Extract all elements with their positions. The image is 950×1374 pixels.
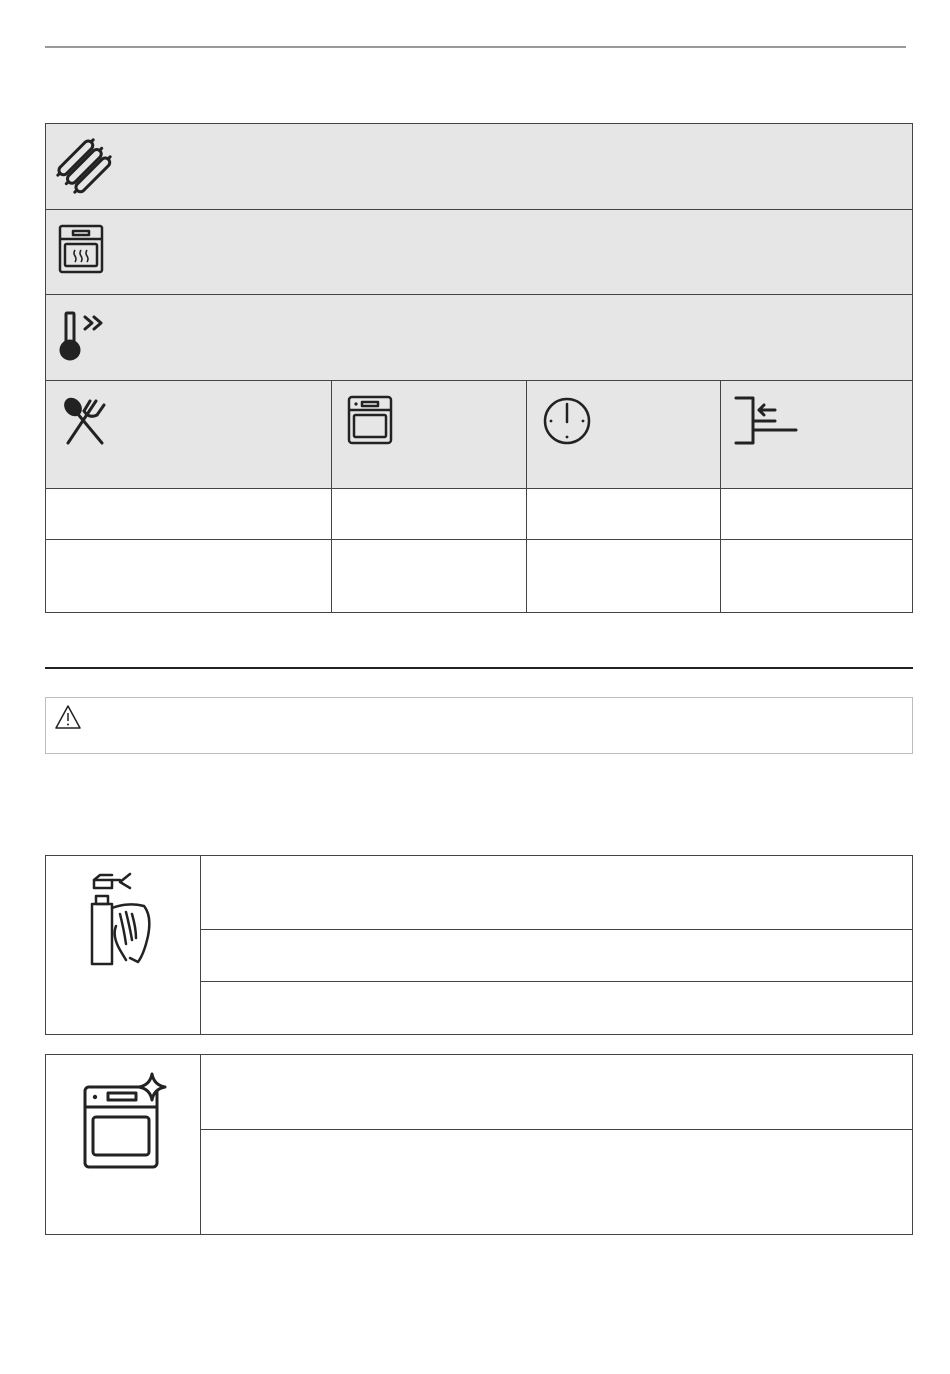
header-cell-oven [332, 381, 527, 489]
section-rule [45, 667, 913, 669]
header-row-fast-heat [46, 295, 912, 381]
oven-icon [347, 395, 395, 447]
table-cell [332, 540, 527, 612]
table-cell [527, 540, 721, 612]
warning-box [45, 697, 913, 754]
table-cell [332, 489, 527, 540]
care-row [201, 1130, 912, 1234]
table-cell [46, 540, 332, 612]
spray-cleaning-icon [86, 870, 158, 970]
care-row [201, 982, 912, 1034]
table-cell [721, 489, 912, 540]
care-table-maintenance [45, 1054, 913, 1235]
cutlery-icon [60, 397, 110, 447]
care-icon-cell [46, 856, 201, 1034]
top-rule [45, 46, 906, 48]
header-cell-cutlery [46, 381, 332, 489]
steam-oven-icon [58, 224, 106, 276]
table-cell [721, 540, 912, 612]
table-cell [527, 489, 721, 540]
fast-heat-thermometer-icon [58, 309, 114, 365]
clock-icon [541, 395, 593, 447]
header-row-steam [46, 210, 912, 295]
clean-oven-sparkle-icon [82, 1071, 168, 1171]
header-row-sausages [46, 124, 912, 210]
shelf-level-icon [733, 395, 799, 447]
warning-triangle-icon [54, 704, 82, 730]
cooking-table [45, 123, 913, 613]
care-table-cleaning [45, 855, 913, 1035]
care-row [201, 856, 912, 930]
care-row [201, 1055, 912, 1130]
header-cell-time [527, 381, 721, 489]
care-icon-cell [46, 1055, 201, 1234]
care-row [201, 930, 912, 982]
table-cell [46, 489, 332, 540]
header-cell-shelf-level [721, 381, 912, 489]
sausages-icon [56, 138, 112, 194]
